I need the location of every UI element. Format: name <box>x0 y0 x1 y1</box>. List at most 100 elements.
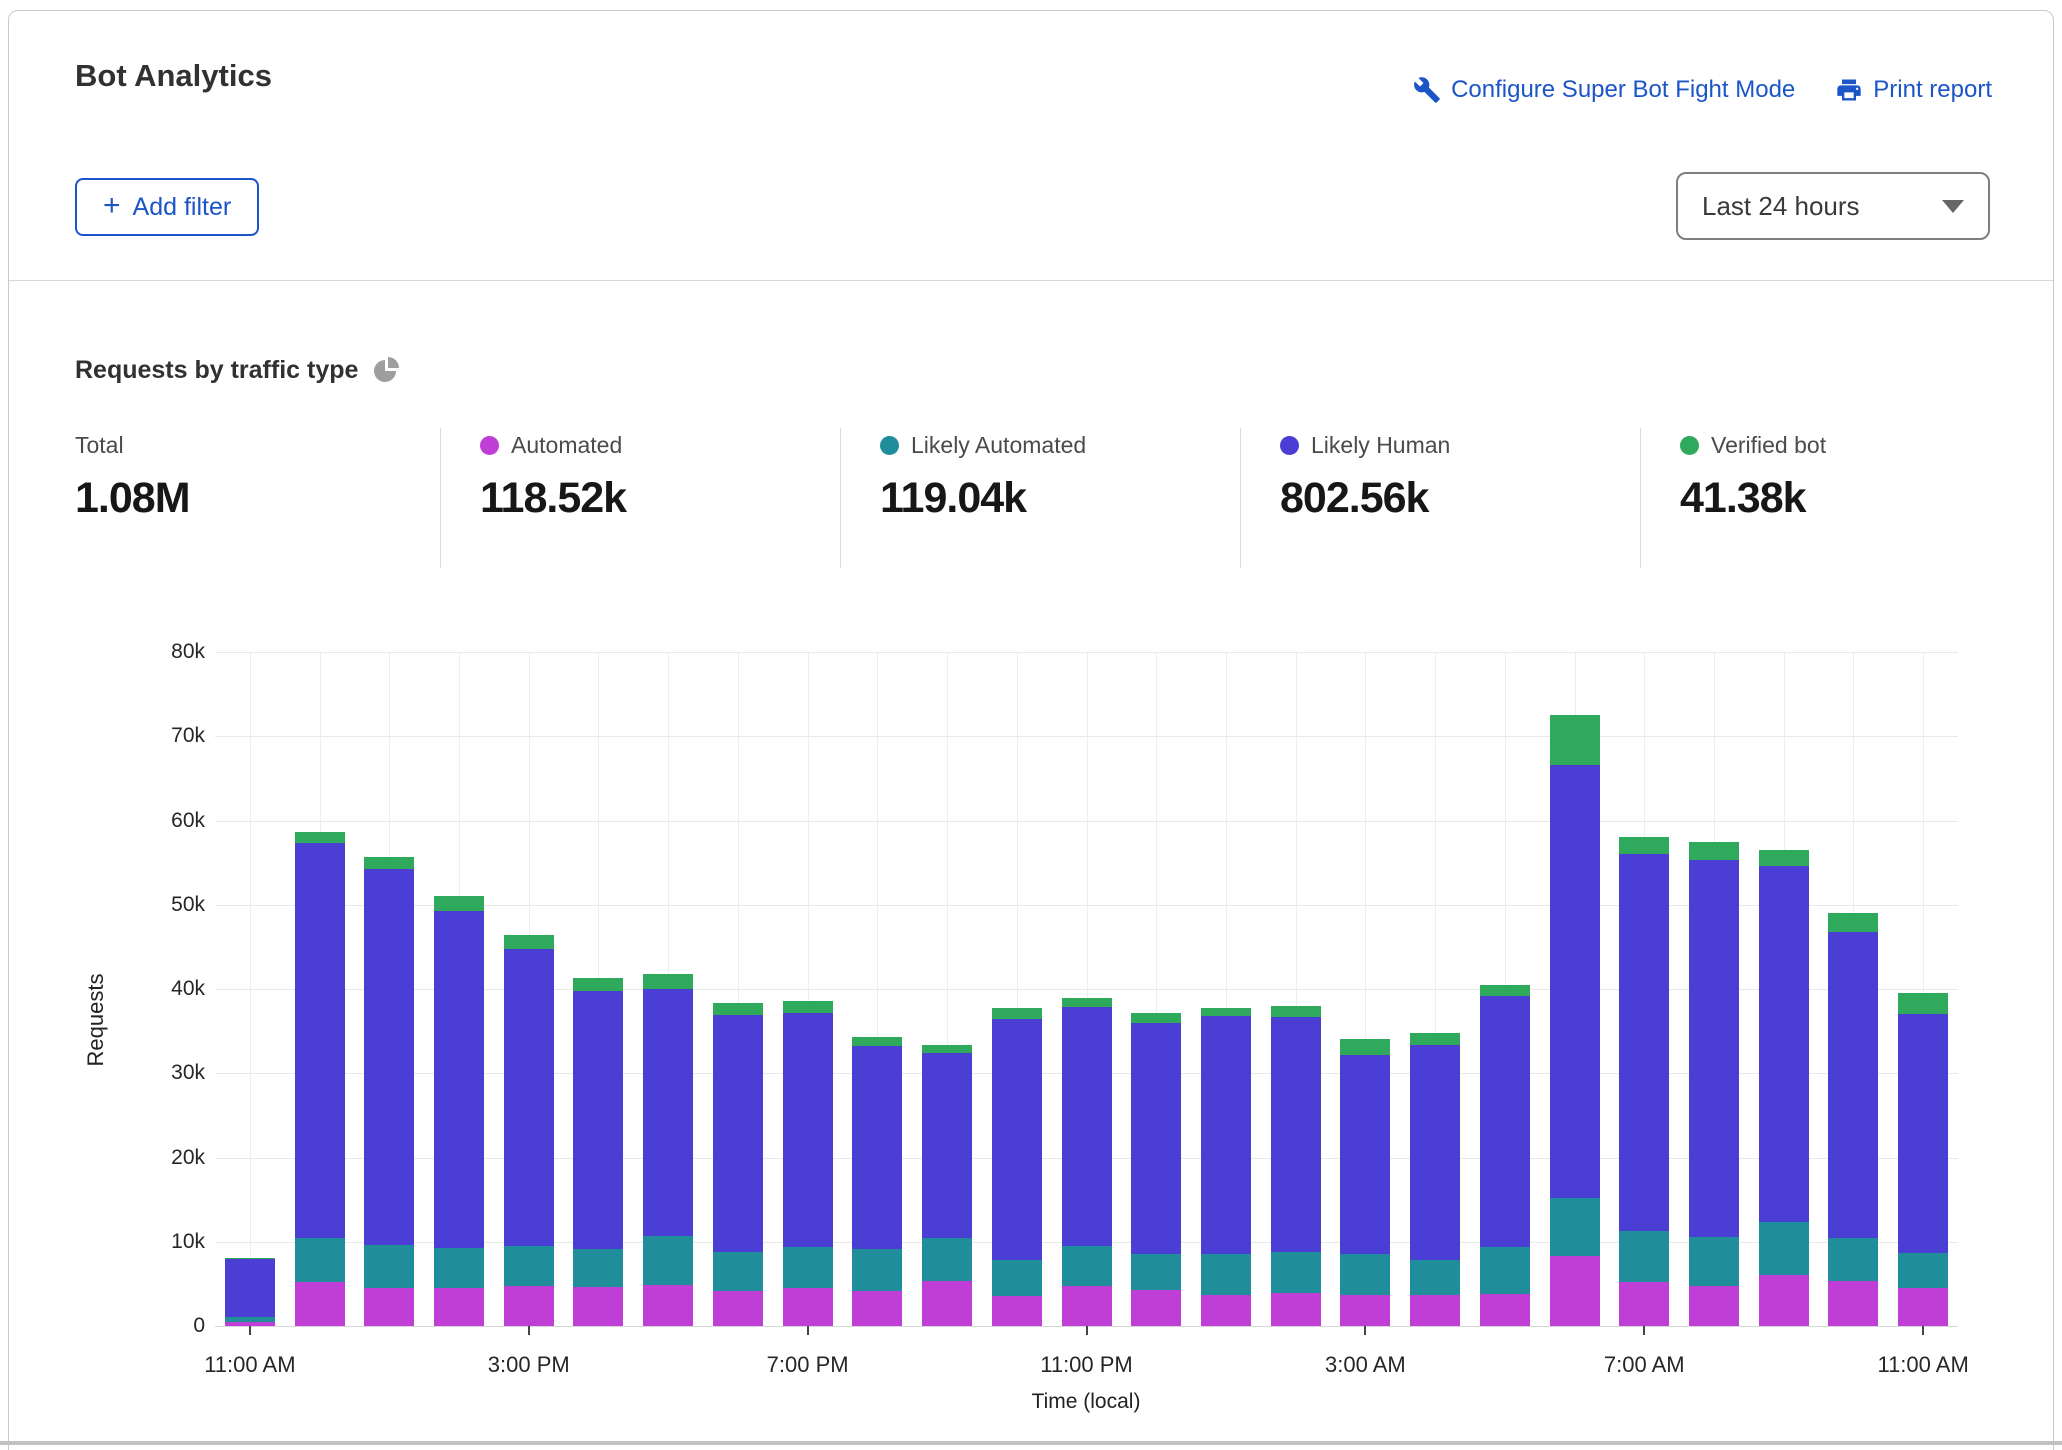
x-tick-mark <box>1922 1326 1924 1335</box>
bar-12-00-am[interactable] <box>1131 1013 1181 1326</box>
bar-12-00-pm[interactable] <box>295 832 345 1326</box>
bar-segment-likely-human <box>1759 866 1809 1222</box>
bar-segment-automated <box>295 1282 345 1326</box>
bar-segment-verified-bot <box>1340 1039 1390 1055</box>
bar-segment-likely-automated <box>573 1249 623 1287</box>
bar-segment-likely-human <box>1828 932 1878 1239</box>
wrench-icon <box>1413 76 1441 104</box>
header-divider <box>9 280 2053 281</box>
bar-segment-automated <box>1550 1256 1600 1326</box>
stacked-bar-chart <box>215 652 1958 1326</box>
bar-6-00-pm[interactable] <box>713 1003 763 1326</box>
bar-11-00-am[interactable] <box>225 1258 275 1326</box>
bar-segment-verified-bot <box>1689 842 1739 860</box>
time-range-value: Last 24 hours <box>1702 191 1860 222</box>
bar-11-00-am[interactable] <box>1898 993 1948 1326</box>
bar-segment-automated <box>1410 1295 1460 1326</box>
bar-1-00-am[interactable] <box>1201 1008 1251 1326</box>
stat-label: Likely Human <box>1311 432 1450 459</box>
verified-bot-dot <box>1680 436 1699 455</box>
bar-segment-likely-human <box>1131 1023 1181 1254</box>
bar-segment-verified-bot <box>1201 1008 1251 1016</box>
bar-segment-automated <box>1619 1282 1669 1326</box>
bar-5-00-am[interactable] <box>1480 985 1530 1326</box>
bar-2-00-pm[interactable] <box>434 895 484 1326</box>
bar-segment-likely-automated <box>1689 1237 1739 1286</box>
bar-7-00-am[interactable] <box>1619 837 1669 1326</box>
x-tick-mark <box>1364 1326 1366 1335</box>
chevron-down-icon <box>1942 200 1964 213</box>
configure-super-bot-fight-mode-link[interactable]: Configure Super Bot Fight Mode <box>1413 76 1795 104</box>
bar-8-00-am[interactable] <box>1689 842 1739 1326</box>
bar-segment-likely-human <box>1062 1007 1112 1246</box>
stat-total: Total 1.08M <box>75 430 415 523</box>
bar-5-00-pm[interactable] <box>643 974 693 1326</box>
bar-10-00-pm[interactable] <box>992 1008 1042 1326</box>
stat-value: 118.52k <box>480 474 820 523</box>
bar-segment-likely-human <box>434 911 484 1248</box>
bar-segment-automated <box>1480 1294 1530 1326</box>
bar-segment-automated <box>434 1288 484 1326</box>
automated-dot <box>480 436 499 455</box>
add-filter-button[interactable]: + Add filter <box>75 178 259 236</box>
x-tick-mark <box>1086 1326 1088 1335</box>
bar-segment-likely-human <box>225 1259 275 1316</box>
bar-segment-likely-human <box>1410 1045 1460 1261</box>
bar-segment-automated <box>783 1288 833 1326</box>
print-link-label: Print report <box>1873 76 1992 104</box>
bar-6-00-am[interactable] <box>1550 715 1600 1326</box>
bar-1-00-pm[interactable] <box>364 857 414 1326</box>
stat-label: Verified bot <box>1711 432 1826 459</box>
bar-9-00-pm[interactable] <box>922 1045 972 1326</box>
bar-segment-likely-automated <box>1410 1260 1460 1295</box>
bar-4-00-pm[interactable] <box>573 978 623 1326</box>
bar-segment-likely-automated <box>225 1317 275 1322</box>
plus-icon: + <box>103 191 121 221</box>
y-tick-label: 70k <box>135 724 205 748</box>
stat-verified-bot: Verified bot 41.38k <box>1680 430 2020 523</box>
v-gridline <box>250 652 251 1326</box>
x-tick-mark <box>249 1326 251 1335</box>
likely-human-dot <box>1280 436 1299 455</box>
x-tick-mark <box>807 1326 809 1335</box>
chart-section-title: Requests by traffic type <box>75 356 399 385</box>
bar-4-00-am[interactable] <box>1410 1033 1460 1326</box>
bar-segment-likely-human <box>992 1019 1042 1261</box>
bar-segment-likely-automated <box>1480 1247 1530 1294</box>
bar-segment-likely-automated <box>713 1252 763 1292</box>
bar-7-00-pm[interactable] <box>783 1001 833 1326</box>
bar-segment-likely-automated <box>1898 1253 1948 1288</box>
bar-segment-likely-human <box>1480 996 1530 1247</box>
bar-segment-likely-automated <box>1550 1198 1600 1256</box>
bar-3-00-pm[interactable] <box>504 935 554 1326</box>
bar-10-00-am[interactable] <box>1828 913 1878 1326</box>
bar-segment-likely-automated <box>364 1245 414 1288</box>
print-report-link[interactable]: Print report <box>1835 76 1992 104</box>
bar-segment-likely-human <box>364 869 414 1245</box>
section-title-label: Requests by traffic type <box>75 356 358 385</box>
bar-segment-likely-human <box>1271 1017 1321 1252</box>
bar-segment-automated <box>1062 1286 1112 1326</box>
bar-9-00-am[interactable] <box>1759 850 1809 1326</box>
bar-segment-likely-human <box>1550 765 1600 1198</box>
bar-segment-verified-bot <box>992 1008 1042 1018</box>
stat-divider <box>440 428 441 568</box>
bar-segment-automated <box>573 1287 623 1326</box>
bar-segment-verified-bot <box>1828 913 1878 932</box>
bar-8-00-pm[interactable] <box>852 1037 902 1326</box>
bar-3-00-am[interactable] <box>1340 1039 1390 1326</box>
bar-segment-verified-bot <box>573 978 623 991</box>
bar-segment-automated <box>504 1286 554 1326</box>
bar-segment-likely-human <box>1201 1016 1251 1254</box>
add-filter-label: Add filter <box>133 193 232 222</box>
bar-segment-likely-automated <box>1062 1246 1112 1286</box>
bar-segment-likely-human <box>573 991 623 1250</box>
bar-segment-verified-bot <box>713 1003 763 1015</box>
likely-automated-dot <box>880 436 899 455</box>
stat-label: Total <box>75 432 124 459</box>
time-range-dropdown[interactable]: Last 24 hours <box>1676 172 1990 240</box>
x-tick-label: 11:00 PM <box>1040 1352 1133 1378</box>
bar-11-00-pm[interactable] <box>1062 998 1112 1326</box>
bar-2-00-am[interactable] <box>1271 1006 1321 1326</box>
y-axis-title: Requests <box>83 974 109 1067</box>
